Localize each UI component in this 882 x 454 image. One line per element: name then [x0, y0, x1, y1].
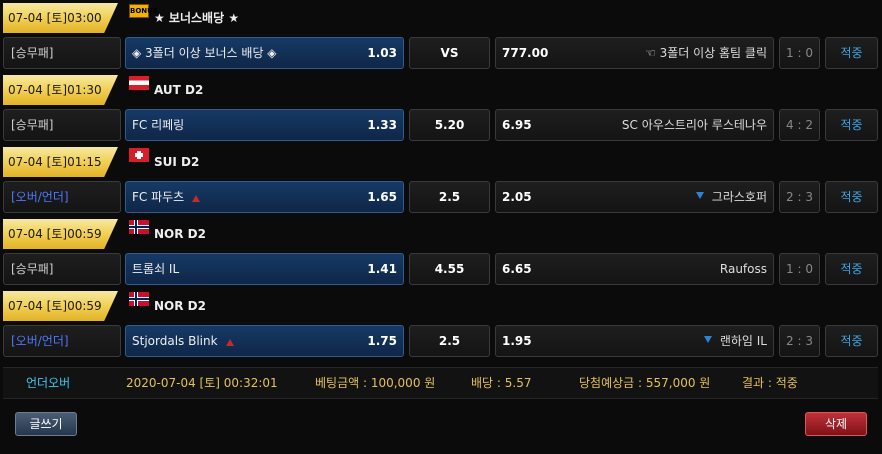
aut-flag-icon: [129, 76, 149, 90]
result-badge: 적중: [825, 37, 878, 69]
league-name: NOR D2: [154, 227, 206, 241]
match-time: 07-04 [토]01:15: [3, 147, 118, 177]
away-team-name: ☜ 3폴더 이상 홈팀 클릭: [645, 46, 767, 60]
match-time: 07-04 [토]00:59: [3, 219, 118, 249]
bet-row: [승무패] ◈ 3폴더 이상 보너스 배당 ◈ 1.03 VS 777.00 ☜ 3폴더 …: [0, 34, 882, 72]
match-score: 2 : 3: [779, 325, 820, 357]
bet-summary-bar: 언더오버 2020-07-04 [토] 00:32:01 베팅금액 : 100,…: [3, 367, 878, 399]
write-button[interactable]: 글쓰기: [15, 412, 77, 436]
footer-bar: 글쓰기 삭제: [0, 400, 882, 454]
summary-expected-win: 당첨예상금 : 557,000 원: [579, 376, 711, 390]
up-arrow-icon: [225, 339, 234, 346]
delete-button[interactable]: 삭제: [805, 412, 867, 436]
summary-category: 언더오버: [26, 376, 71, 390]
draw-odds-button[interactable]: 2.5: [409, 325, 490, 357]
bet-type: [승무패]: [3, 37, 121, 69]
bet-row: [승무패] 트롬쇠 IL 1.41 4.55 6.65 Raufoss 1 : 0 적중: [0, 250, 882, 288]
league-name: AUT D2: [154, 83, 204, 97]
away-team-odds-button[interactable]: 1.95 랜하임 IL: [495, 325, 774, 357]
home-team-name: FC 파두츠: [132, 182, 201, 212]
summary-result: 결과 : 적중: [742, 376, 798, 390]
league-header: 07-04 [토]00:59 NOR D2: [0, 288, 882, 322]
match-time: 07-04 [토]03:00: [3, 3, 118, 33]
result-badge: 적중: [825, 181, 878, 213]
home-odds: 1.41: [367, 262, 397, 276]
home-team-name: Stjordals Blink: [132, 326, 234, 356]
nor-flag-icon: [129, 220, 149, 234]
bet-type: [오버/언더]: [3, 181, 121, 213]
down-arrow-icon: [703, 336, 712, 343]
bet-row: [오버/언더] Stjordals Blink 1.75 2.5 1.95 랜하임 IL 2…: [0, 322, 882, 360]
league-name: SUI D2: [154, 155, 200, 169]
match-time: 07-04 [토]01:30: [3, 75, 118, 105]
away-team-odds-button[interactable]: 6.65 Raufoss: [495, 253, 774, 285]
match-score: 4 : 2: [779, 109, 820, 141]
home-team-odds-button[interactable]: 트롬쇠 IL 1.41: [125, 253, 404, 285]
away-team-odds-button[interactable]: 2.05 그라스호퍼: [495, 181, 774, 213]
summary-bet-amount: 베팅금액 : 100,000 원: [315, 376, 436, 390]
match-score: 1 : 0: [779, 253, 820, 285]
home-team-odds-button[interactable]: FC 리페링 1.33: [125, 109, 404, 141]
league-header: 07-04 [토]01:15 SUI D2: [0, 144, 882, 178]
match-score: 1 : 0: [779, 37, 820, 69]
home-team-name: 트롬쇠 IL: [132, 262, 180, 276]
league-name: ★ 보너스배당 ★: [154, 11, 240, 25]
away-odds: 2.05: [502, 190, 532, 204]
draw-odds-button[interactable]: 2.5: [409, 181, 490, 213]
bet-row: [승무패] FC 리페링 1.33 5.20 6.95 SC 아우스트리아 루스테나우 4 …: [0, 106, 882, 144]
up-arrow-icon: [192, 195, 201, 202]
away-team-name: 랜하임 IL: [703, 326, 767, 356]
home-odds: 1.75: [367, 334, 397, 348]
away-team-name: Raufoss: [719, 262, 767, 276]
summary-datetime: 2020-07-04 [토] 00:32:01: [126, 376, 278, 390]
bet-row: [오버/언더] FC 파두츠 1.65 2.5 2.05 그라스호퍼 2 : 3 적중: [0, 178, 882, 216]
bet-type: [승무패]: [3, 109, 121, 141]
nor-flag-icon: [129, 292, 149, 306]
away-odds: 6.95: [502, 118, 532, 132]
sui-flag-icon: [129, 148, 149, 162]
home-team-odds-button[interactable]: ◈ 3폴더 이상 보너스 배당 ◈ 1.03: [125, 37, 404, 69]
match-time: 07-04 [토]00:59: [3, 291, 118, 321]
bet-type: [오버/언더]: [3, 325, 121, 357]
league-header: 07-04 [토]03:00 BONUS ★ 보너스배당 ★: [0, 0, 882, 34]
draw-odds-button[interactable]: 5.20: [409, 109, 490, 141]
away-team-odds-button[interactable]: 6.95 SC 아우스트리아 루스테나우: [495, 109, 774, 141]
home-team-name: FC 리페링: [132, 118, 185, 132]
home-odds: 1.03: [367, 46, 397, 60]
result-badge: 적중: [825, 109, 878, 141]
home-odds: 1.65: [367, 190, 397, 204]
away-team-name: 그라스호퍼: [695, 182, 767, 212]
home-team-odds-button[interactable]: FC 파두츠 1.65: [125, 181, 404, 213]
league-name: NOR D2: [154, 299, 206, 313]
home-odds: 1.33: [367, 118, 397, 132]
bet-type: [승무패]: [3, 253, 121, 285]
away-odds: 1.95: [502, 334, 532, 348]
down-arrow-icon: [695, 192, 704, 199]
result-badge: 적중: [825, 253, 878, 285]
away-team-name: SC 아우스트리아 루스테나우: [621, 118, 767, 132]
home-team-odds-button[interactable]: Stjordals Blink 1.75: [125, 325, 404, 357]
away-odds: 6.65: [502, 262, 532, 276]
draw-odds-button[interactable]: 4.55: [409, 253, 490, 285]
result-badge: 적중: [825, 325, 878, 357]
league-header: 07-04 [토]01:30 AUT D2: [0, 72, 882, 106]
away-team-odds-button[interactable]: 777.00 ☜ 3폴더 이상 홈팀 클릭: [495, 37, 774, 69]
match-score: 2 : 3: [779, 181, 820, 213]
home-team-name: ◈ 3폴더 이상 보너스 배당 ◈: [132, 46, 277, 60]
bonus-flag-icon: BONUS: [129, 4, 158, 18]
summary-odds: 배당 : 5.57: [471, 376, 532, 390]
league-header: 07-04 [토]00:59 NOR D2: [0, 216, 882, 250]
away-odds: 777.00: [502, 46, 549, 60]
draw-odds-button[interactable]: VS: [409, 37, 490, 69]
